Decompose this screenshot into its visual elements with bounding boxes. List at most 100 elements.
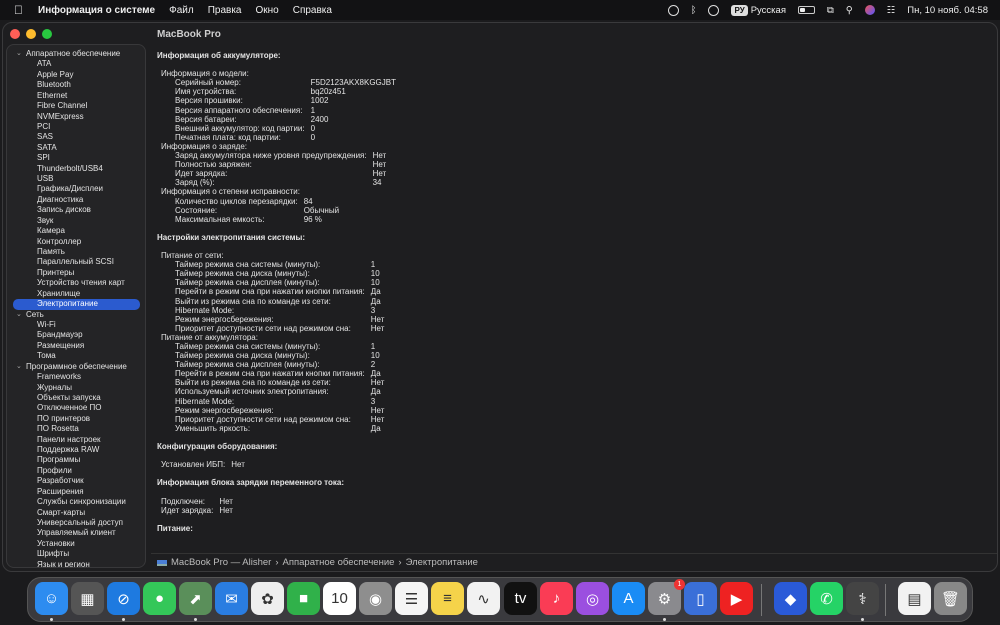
zoom-button[interactable] — [42, 29, 52, 39]
sidebar-item[interactable]: Apple Pay — [7, 70, 145, 80]
sidebar-item[interactable]: Параллельный SCSI — [7, 257, 145, 267]
sidebar-item[interactable]: Язык и регион — [7, 560, 145, 567]
sidebar-item[interactable]: Диагностика — [7, 195, 145, 205]
sidebar[interactable]: ⌄ Аппаратное обеспечение ATA Apple Pay Bluet… — [6, 44, 146, 568]
sidebar-item[interactable]: Размещения — [7, 341, 145, 351]
chevron-down-icon[interactable]: ⌄ — [16, 362, 22, 372]
bluetooth-icon[interactable]: ᛒ — [691, 5, 697, 16]
sidebar-category[interactable]: ⌄ Сеть — [7, 310, 145, 320]
sidebar-item[interactable]: Bluetooth — [7, 80, 145, 90]
app-store-dock-icon[interactable]: A — [612, 582, 645, 615]
sidebar-item[interactable]: Установки — [7, 539, 145, 549]
iphone-mirroring-dock-icon[interactable]: ▯ — [684, 582, 717, 615]
apple-menu-icon[interactable]:  — [14, 3, 28, 17]
close-button[interactable] — [10, 29, 20, 39]
sidebar-item[interactable]: Расширения — [7, 487, 145, 497]
sidebar-item[interactable]: Устройство чтения карт — [7, 278, 145, 288]
sidebar-item[interactable]: Контроллер — [7, 237, 145, 247]
sidebar-item[interactable]: Управляемый клиент — [7, 528, 145, 538]
sidebar-item[interactable]: Ethernet — [7, 91, 145, 101]
sidebar-item[interactable]: Запись дисков — [7, 205, 145, 215]
launchpad-dock-icon[interactable]: ▦ — [71, 582, 104, 615]
contacts-dock-icon[interactable]: ◉ — [359, 582, 392, 615]
sidebar-item[interactable]: SPI — [7, 153, 145, 163]
sidebar-item[interactable]: Память — [7, 247, 145, 257]
calendar-dock-icon[interactable]: 10 — [323, 582, 356, 615]
chevron-down-icon[interactable]: ⌄ — [16, 310, 22, 320]
sidebar-item[interactable]: Поддержка RAW — [7, 445, 145, 455]
sidebar-item[interactable]: Разработчик — [7, 476, 145, 486]
sidebar-item[interactable]: SAS — [7, 132, 145, 142]
safari-dock-icon[interactable]: ⊘ — [107, 582, 140, 615]
sidebar-item[interactable]: ПО принтеров — [7, 414, 145, 424]
messages-dock-icon[interactable]: ● — [143, 582, 176, 615]
sidebar-item[interactable]: Шрифты — [7, 549, 145, 559]
sidebar-item[interactable]: Объекты запуска — [7, 393, 145, 403]
document-dock-icon[interactable]: ▤ — [898, 582, 931, 615]
sidebar-item[interactable]: Frameworks — [7, 372, 145, 382]
sidebar-item[interactable]: USB — [7, 174, 145, 184]
finder-dock-icon[interactable]: ☺ — [35, 582, 68, 615]
sidebar-item[interactable]: NVMExpress — [7, 112, 145, 122]
sidebar-item[interactable]: PCI — [7, 122, 145, 132]
sidebar-item[interactable]: Журналы — [7, 383, 145, 393]
sidebar-item[interactable]: Электропитание — [13, 299, 140, 310]
sidebar-item[interactable]: SATA — [7, 143, 145, 153]
photos-dock-icon[interactable]: ✿ — [251, 582, 284, 615]
sidebar-item[interactable]: Службы синхронизации — [7, 497, 145, 507]
chevron-down-icon[interactable]: ⌄ — [16, 49, 22, 59]
now-playing-icon[interactable] — [708, 4, 720, 16]
path-category[interactable]: Аппаратное обеспечение — [283, 557, 395, 568]
trash-dock-icon[interactable]: 🗑 — [934, 582, 967, 615]
minimize-button[interactable] — [26, 29, 36, 39]
sidebar-item[interactable]: Thunderbolt/USB4 — [7, 164, 145, 174]
battery-icon[interactable] — [797, 6, 815, 14]
tv-dock-icon[interactable]: tv — [504, 582, 537, 615]
sidebar-item[interactable]: Хранилище — [7, 289, 145, 299]
system-information-dock-icon[interactable]: ⚕ — [846, 582, 879, 615]
spotlight-search-icon[interactable]: ⚲ — [846, 5, 853, 16]
roblox-dock-icon[interactable]: ◆ — [774, 582, 807, 615]
system-settings-dock-icon[interactable]: ⚙ 1 — [648, 579, 685, 615]
podcasts-dock-icon[interactable]: ◎ — [576, 582, 609, 615]
path-computer[interactable]: MacBook Pro — Alisher — [171, 557, 271, 568]
sidebar-item[interactable]: Отключенное ПО — [7, 403, 145, 413]
sidebar-item[interactable]: Wi-Fi — [7, 320, 145, 330]
sidebar-item[interactable]: Универсальный доступ — [7, 518, 145, 528]
music-dock-icon[interactable]: ♪ — [540, 582, 573, 615]
freeform-dock-icon[interactable]: ∿ — [467, 582, 500, 615]
sidebar-item[interactable]: Программы — [7, 455, 145, 465]
sidebar-item[interactable]: Принтеры — [7, 268, 145, 278]
sidebar-item[interactable]: Графика/Дисплеи — [7, 184, 145, 194]
sidebar-item[interactable]: Fibre Channel — [7, 101, 145, 111]
sidebar-item[interactable]: Профили — [7, 466, 145, 476]
maps-dock-icon[interactable]: ⬈ — [179, 582, 212, 615]
screen-mirroring-icon[interactable]: ⧉ — [827, 5, 834, 16]
sidebar-item[interactable]: Звук — [7, 216, 145, 226]
facetime-dock-icon[interactable]: ■ — [287, 582, 320, 615]
input-source[interactable]: РУ Русская — [731, 4, 786, 16]
control-center-icon[interactable]: ☷ — [887, 5, 896, 16]
sidebar-item[interactable]: Тома — [7, 351, 145, 361]
menu-file[interactable]: Файл — [169, 5, 194, 16]
sidebar-item[interactable]: Камера — [7, 226, 145, 236]
sidebar-category[interactable]: ⌄ Программное обеспечение — [7, 362, 145, 372]
sidebar-item[interactable]: ATA — [7, 59, 145, 69]
menu-edit[interactable]: Правка — [208, 5, 242, 16]
reminders-dock-icon[interactable]: ☰ — [395, 582, 428, 615]
siri-icon[interactable] — [864, 5, 875, 15]
sidebar-category[interactable]: ⌄ Аппаратное обеспечение — [7, 49, 145, 59]
sidebar-item[interactable]: Смарт-карты — [7, 508, 145, 518]
notes-dock-icon[interactable]: ≡ — [431, 582, 464, 615]
menu-window[interactable]: Окно — [255, 5, 278, 16]
mail-dock-icon[interactable]: ✉ — [215, 582, 248, 615]
clock[interactable]: Пн, 10 нояб. 04:58 — [907, 5, 988, 16]
sidebar-item[interactable]: Брандмауэр — [7, 330, 145, 340]
sidebar-item[interactable]: ПО Rosetta — [7, 424, 145, 434]
sidebar-item[interactable]: Панели настроек — [7, 435, 145, 445]
whatsapp-dock-icon[interactable]: ✆ — [810, 582, 843, 615]
status-app-icon[interactable] — [667, 4, 679, 16]
path-item[interactable]: Электропитание — [406, 557, 478, 568]
menu-help[interactable]: Справка — [293, 5, 332, 16]
menu-app-name[interactable]: Информация о системе — [38, 5, 155, 16]
